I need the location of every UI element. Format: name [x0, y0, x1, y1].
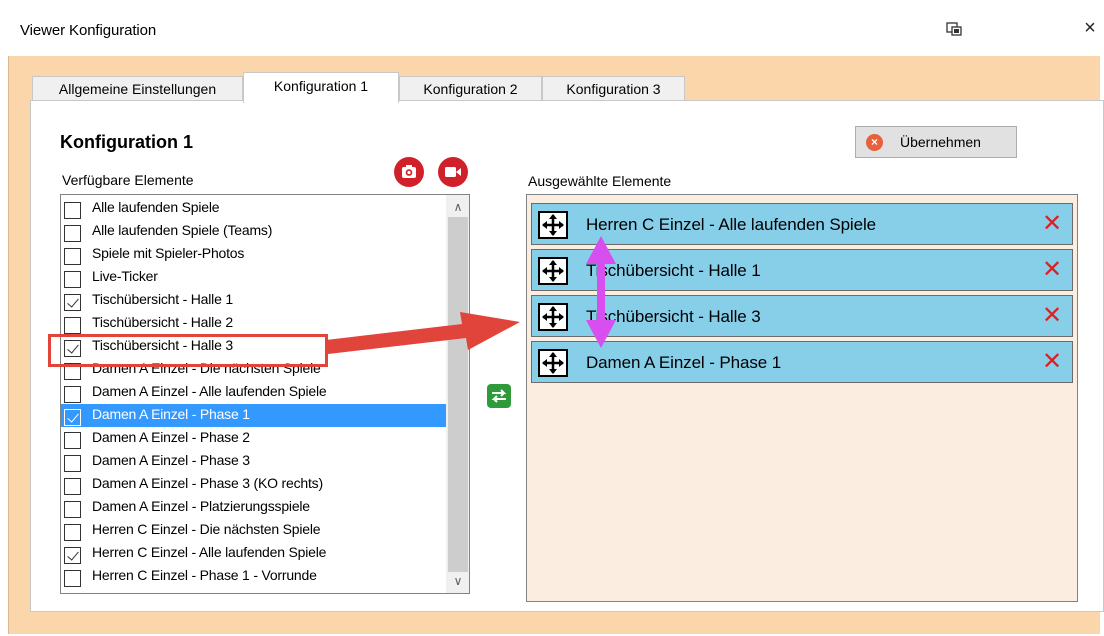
list-item-label: Damen A Einzel - Phase 3 — [92, 452, 250, 468]
checkbox[interactable] — [64, 386, 81, 403]
list-item[interactable]: Damen A Einzel - Alle laufenden Spiele — [61, 381, 446, 404]
available-elements-label: Verfügbare Elemente — [62, 172, 194, 188]
list-item[interactable]: Damen A Einzel - Phase 2 — [61, 427, 446, 450]
video-camera-icon — [445, 167, 461, 177]
checkbox[interactable] — [64, 501, 81, 518]
apply-button[interactable]: × Übernehmen — [855, 126, 1017, 158]
remove-icon[interactable]: ✕ — [1042, 350, 1062, 374]
list-item-label: Spiele mit Spieler-Photos — [92, 245, 245, 261]
checkbox-checked[interactable] — [64, 294, 81, 311]
list-item[interactable]: Herren C Einzel - Phase 1 - Vorrunde — [61, 565, 446, 588]
list-item-label: Damen A Einzel - Alle laufenden Spiele — [92, 383, 327, 399]
swap-button[interactable] — [487, 384, 511, 408]
checkbox[interactable] — [64, 271, 81, 288]
checkbox[interactable] — [64, 225, 81, 242]
selected-elements-label: Ausgewählte Elemente — [528, 173, 672, 189]
list-item[interactable]: Tischübersicht - Halle 1 — [61, 289, 446, 312]
list-item-label: Damen A Einzel - Phase 2 — [92, 429, 250, 445]
list-item-label: Tischübersicht - Halle 3 — [92, 337, 233, 353]
remove-icon[interactable]: ✕ — [1042, 212, 1062, 236]
scroll-thumb[interactable] — [448, 217, 468, 572]
list-item[interactable]: Herren C Einzel - Die nächsten Spiele — [61, 519, 446, 542]
list-item-label: Tischübersicht - Halle 1 — [92, 291, 233, 307]
tab-konfiguration-3[interactable]: Konfiguration 3 — [542, 76, 685, 102]
selected-item[interactable]: Tischübersicht - Halle 3 ✕ — [531, 295, 1073, 337]
checkbox-checked[interactable] — [64, 409, 81, 426]
camera-icon — [402, 165, 416, 178]
list-item-label: Damen A Einzel - Phase 3 (KO rechts) — [92, 475, 323, 491]
list-item[interactable]: Live-Ticker — [61, 266, 446, 289]
list-item-label: Herren C Einzel - Phase 1 - Vorrunde — [92, 567, 317, 583]
list-item-label: Herren C Einzel - Alle laufenden Spiele — [92, 544, 327, 560]
list-item-label: Alle laufenden Spiele (Teams) — [92, 222, 273, 238]
remove-icon[interactable]: ✕ — [1042, 258, 1062, 282]
scroll-down-arrow-icon[interactable]: ∨ — [446, 571, 469, 591]
available-elements-list[interactable]: Alle laufenden Spiele Alle laufenden Spi… — [60, 194, 470, 594]
list-item[interactable]: Damen A Einzel - Phase 3 — [61, 450, 446, 473]
pin-window-icon[interactable] — [946, 22, 962, 36]
selected-elements-list[interactable]: Herren C Einzel - Alle laufenden Spiele … — [526, 194, 1078, 602]
camera-button[interactable] — [394, 157, 424, 187]
selected-item-label: Damen A Einzel - Phase 1 — [586, 353, 782, 372]
selected-item-label: Tischübersicht - Halle 1 — [586, 261, 761, 280]
checkbox[interactable] — [64, 478, 81, 495]
list-item-label: Damen A Einzel - Phase 1 — [92, 406, 250, 422]
checkbox-checked[interactable] — [64, 547, 81, 564]
list-item[interactable]: Spiele mit Spieler-Photos — [61, 243, 446, 266]
checkbox[interactable] — [64, 202, 81, 219]
list-item[interactable]: Tischübersicht - Halle 2 — [61, 312, 446, 335]
move-arrows-icon[interactable] — [538, 211, 568, 239]
list-item-label: Tischübersicht - Halle 2 — [92, 314, 233, 330]
list-item-label: Alle laufenden Spiele — [92, 199, 220, 215]
checkbox-checked[interactable] — [64, 340, 81, 357]
scroll-up-arrow-icon[interactable]: ∧ — [446, 197, 469, 217]
vertical-scrollbar[interactable]: ∧ ∨ — [446, 195, 469, 593]
selected-item[interactable]: Herren C Einzel - Alle laufenden Spiele … — [531, 203, 1073, 245]
list-item-label: Live-Ticker — [92, 268, 158, 284]
cancel-circle-icon: × — [866, 134, 883, 151]
window-title: Viewer Konfiguration — [20, 22, 157, 39]
remove-icon[interactable]: ✕ — [1042, 304, 1062, 328]
swap-arrows-icon — [491, 389, 507, 403]
list-item-label: Damen A Einzel - Die nächsten Spiele — [92, 360, 321, 376]
viewer-configuration-window: Viewer Konfiguration × Allgemeine Einste… — [0, 0, 1104, 636]
tab-konfiguration-2[interactable]: Konfiguration 2 — [399, 76, 542, 102]
move-arrows-icon[interactable] — [538, 257, 568, 285]
tab-allgemeine-einstellungen[interactable]: Allgemeine Einstellungen — [32, 76, 243, 102]
move-arrows-icon[interactable] — [538, 303, 568, 331]
title-bar: Viewer Konfiguration × — [0, 0, 1104, 56]
selected-item-label: Herren C Einzel - Alle laufenden Spiele — [586, 215, 876, 234]
list-item-label: Damen A Einzel - Platzierungsspiele — [92, 498, 310, 514]
checkbox[interactable] — [64, 248, 81, 265]
video-button[interactable] — [438, 157, 468, 187]
list-item[interactable]: Herren C Einzel - Alle laufenden Spiele — [61, 542, 446, 565]
list-item-selected[interactable]: Damen A Einzel - Phase 1 — [61, 404, 446, 427]
checkbox[interactable] — [64, 570, 81, 587]
close-window-button[interactable]: × — [1080, 18, 1100, 38]
list-item[interactable]: Tischübersicht - Halle 3 — [61, 335, 446, 358]
selected-item[interactable]: Damen A Einzel - Phase 1 ✕ — [531, 341, 1073, 383]
move-arrows-icon[interactable] — [538, 349, 568, 377]
selected-item-label: Tischübersicht - Halle 3 — [586, 307, 761, 326]
checkbox[interactable] — [64, 363, 81, 380]
list-item[interactable]: Damen A Einzel - Die nächsten Spiele — [61, 358, 446, 381]
tab-konfiguration-1[interactable]: Konfiguration 1 — [243, 72, 399, 103]
list-item[interactable]: Alle laufenden Spiele (Teams) — [61, 220, 446, 243]
selected-item[interactable]: Tischübersicht - Halle 1 ✕ — [531, 249, 1073, 291]
list-item[interactable]: Damen A Einzel - Phase 3 (KO rechts) — [61, 473, 446, 496]
checkbox[interactable] — [64, 524, 81, 541]
apply-button-label: Übernehmen — [900, 134, 981, 150]
checkbox[interactable] — [64, 317, 81, 334]
list-item-label: Herren C Einzel - Die nächsten Spiele — [92, 521, 321, 537]
list-item[interactable]: Damen A Einzel - Platzierungsspiele — [61, 496, 446, 519]
checkbox[interactable] — [64, 455, 81, 472]
checkbox[interactable] — [64, 432, 81, 449]
list-item[interactable]: Alle laufenden Spiele — [61, 197, 446, 220]
page-title: Konfiguration 1 — [60, 132, 193, 152]
